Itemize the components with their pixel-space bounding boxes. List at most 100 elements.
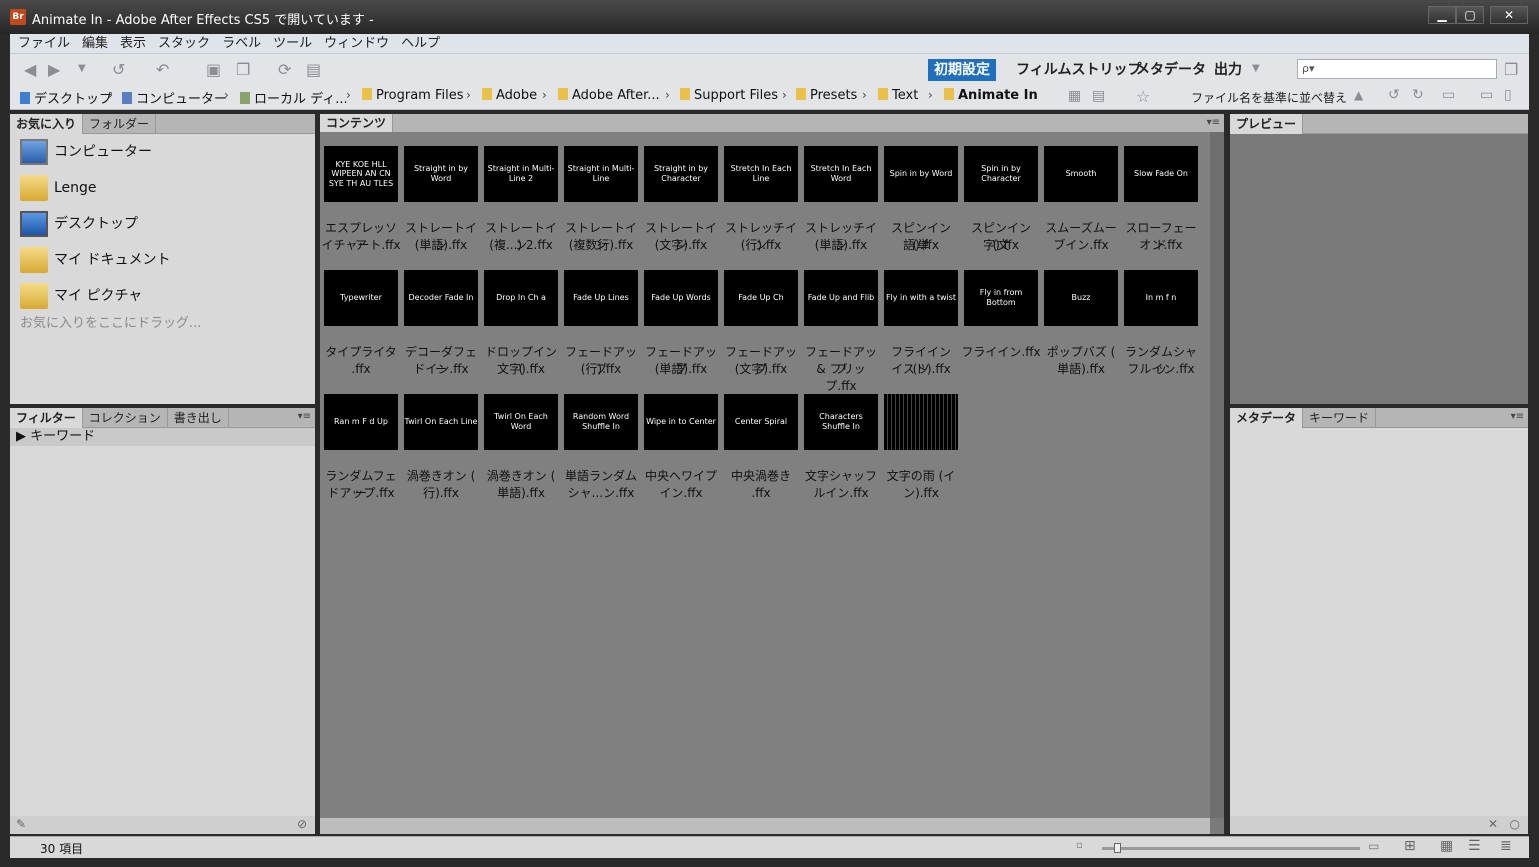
minimize-icon[interactable]: ▁ [1428, 6, 1456, 24]
grid-lock-icon[interactable]: ⊞ [1404, 838, 1416, 854]
back-arrow-icon[interactable]: ◀ [24, 60, 36, 79]
thumbnail-preview[interactable]: Drop In Ch a [484, 270, 558, 326]
thumbnail-preview[interactable]: Wipe in to Center [644, 394, 718, 450]
thumbnail-preview[interactable]: Spin in by Word [884, 146, 958, 202]
item-filename-line2[interactable]: イン.ffx [641, 485, 721, 502]
item-filename-line2[interactable]: ドアップ.ffx [321, 485, 401, 502]
menu-help[interactable]: ヘルプ [397, 34, 444, 54]
clear-filter-icon[interactable]: ⊘ [297, 817, 307, 831]
tab-favorites[interactable]: お気に入り [10, 114, 84, 134]
item-filename-line1[interactable]: フライイン.ffx [961, 344, 1041, 361]
item-filename-line2[interactable]: (行).ffx [561, 361, 641, 378]
item-filename-line2[interactable]: (文字).ffx [641, 237, 721, 254]
panel-menu-icon[interactable]: ▾≡ [1511, 411, 1524, 422]
thumbnail-preview[interactable]: Straight in by Word [404, 146, 478, 202]
tab-preview[interactable]: プレビュー [1230, 114, 1304, 134]
crumb-local-disk[interactable]: ローカル ディ... [240, 88, 348, 107]
item-filename-line2[interactable]: (文字).ffx [721, 361, 801, 378]
crumb-adobe-after[interactable]: Adobe After... [558, 88, 660, 103]
rotate-left-icon[interactable]: ↺ [1388, 87, 1400, 103]
thumbnail-preview[interactable]: Characters Shuffle In [804, 394, 878, 450]
favorite-desktop[interactable]: デスクトップ [20, 208, 138, 240]
tab-export[interactable]: 書き出し [168, 408, 229, 428]
thumbnail-preview[interactable] [884, 394, 958, 450]
return-icon[interactable]: ↶ [156, 60, 169, 79]
item-filename-line1[interactable]: 中央渦巻き [721, 468, 801, 485]
open-in-icon[interactable]: ▤ [306, 60, 321, 79]
thumbnail-preview[interactable]: Fade Up Lines [564, 270, 638, 326]
item-filename-line2[interactable]: & フリップ.ffx [801, 361, 881, 395]
item-filename-line2[interactable]: ルイン.ffx [801, 485, 881, 502]
sort-menu[interactable]: ファイル名を基準に並べ替え [1191, 89, 1347, 106]
item-filename-line2[interactable]: シャ...ン.ffx [561, 485, 641, 502]
chevron-right-icon[interactable]: › [928, 88, 933, 102]
menu-stack[interactable]: スタック [154, 34, 214, 54]
chevron-right-icon[interactable]: › [862, 88, 867, 102]
thumbnail-preview[interactable]: Fade Up Ch [724, 270, 798, 326]
thumbnail-preview[interactable]: Fly in from Bottom [964, 270, 1038, 326]
chevron-right-icon[interactable]: › [542, 88, 547, 102]
favorite-my-documents[interactable]: マイ ドキュメント [20, 244, 170, 276]
tab-keywords[interactable]: キーワード [1303, 408, 1377, 428]
thumbnail-preview[interactable]: Spin in by Character [964, 146, 1038, 202]
workspace-dropdown-icon[interactable]: ▼ [1252, 63, 1260, 74]
item-filename-line2[interactable]: (単語).ffx [801, 237, 881, 254]
expand-triangle-icon[interactable]: ▶ [16, 429, 26, 444]
view-details-icon[interactable]: ☰ [1468, 838, 1481, 854]
circle-icon[interactable]: ○ [1510, 817, 1520, 831]
forward-arrow-icon[interactable]: ▶ [48, 60, 60, 79]
rotate-right-icon[interactable]: ↻ [1412, 87, 1424, 103]
item-filename-line2[interactable]: .ffx [321, 361, 401, 378]
thumbnail-preview[interactable]: Slow Fade On [1124, 146, 1198, 202]
vertical-scrollbar[interactable] [1210, 132, 1224, 818]
thumbnail-preview[interactable]: Twirl On Each Word [484, 394, 558, 450]
pin-icon[interactable]: ✎ [16, 817, 26, 831]
item-filename-line2[interactable]: (単語).ffx [641, 361, 721, 378]
item-filename-line1[interactable]: 渦巻きオン ( [481, 468, 561, 485]
thumbnail-size-slider[interactable] [1102, 843, 1360, 853]
item-filename-line2[interactable]: オン.ffx [1121, 237, 1201, 254]
thumbnail-preview[interactable]: Straight in Multi-Line 2 [484, 146, 558, 202]
menu-tools[interactable]: ツール [269, 34, 316, 54]
crumb-adobe[interactable]: Adobe [482, 88, 537, 103]
item-filename-line2[interactable]: フルイン.ffx [1121, 361, 1201, 378]
rotate-icon[interactable]: ⟳ [278, 60, 291, 79]
thumbnail-preview[interactable]: Straight in Multi-Line [564, 146, 638, 202]
item-filename-line2[interactable]: (単語).ffx [401, 237, 481, 254]
quality-icon[interactable]: ▦ [1068, 88, 1081, 104]
item-filename-line2[interactable]: (複...) 2.ffx [481, 237, 561, 254]
thumbnail-preview[interactable]: Center Spiral [724, 394, 798, 450]
chevron-right-icon[interactable]: › [466, 88, 471, 102]
menu-file[interactable]: ファイル [14, 34, 74, 54]
item-filename-line2[interactable]: 文字).ffx [481, 361, 561, 378]
item-filename-line2[interactable]: .ffx [721, 485, 801, 502]
camera-icon[interactable]: ▣ [206, 60, 221, 79]
item-filename-line2[interactable]: 行).ffx [401, 485, 481, 502]
item-filename-line1[interactable]: 単語ランダム [561, 468, 641, 485]
crumb-program-files[interactable]: Program Files [362, 88, 464, 103]
tab-folders[interactable]: フォルダー [83, 114, 157, 134]
chevron-right-icon[interactable]: › [665, 88, 670, 102]
refine-icon[interactable]: ❐ [236, 60, 250, 79]
open-recent-folder-icon[interactable]: ▭ [1442, 87, 1455, 103]
item-filename-line2[interactable]: 単語).ffx [481, 485, 561, 502]
close-icon[interactable]: ✕ [1490, 6, 1528, 24]
thumbnail-preview[interactable]: Buzz [1044, 270, 1118, 326]
thumbnail-preview[interactable]: Straight in by Character [644, 146, 718, 202]
item-filename-line2[interactable]: ン).ffx [881, 485, 961, 502]
thumbnail-preview[interactable]: Twirl On Each Line [404, 394, 478, 450]
chevron-right-icon[interactable]: › [224, 88, 229, 102]
tab-collections[interactable]: コレクション [83, 408, 168, 428]
item-filename-line1[interactable]: 文字の雨 (イ [881, 468, 961, 485]
crumb-presets[interactable]: Presets [796, 88, 857, 103]
crumb-animate-in[interactable]: Animate In [944, 88, 1038, 103]
tab-filter[interactable]: フィルター [10, 408, 83, 428]
small-thumb-icon[interactable]: ▫ [1076, 840, 1083, 851]
tab-metadata[interactable]: メタデータ [1230, 408, 1304, 428]
thumbnail-preview[interactable]: In m f n [1124, 270, 1198, 326]
thumbnail-preview[interactable]: Ran m F d Up [324, 394, 398, 450]
thumbnail-preview[interactable]: Fly in with a twist [884, 270, 958, 326]
trash-icon[interactable]: ▯ [1504, 87, 1512, 103]
item-filename-line1[interactable]: ポップバズ ( [1041, 344, 1121, 361]
menu-view[interactable]: 表示 [116, 34, 150, 54]
